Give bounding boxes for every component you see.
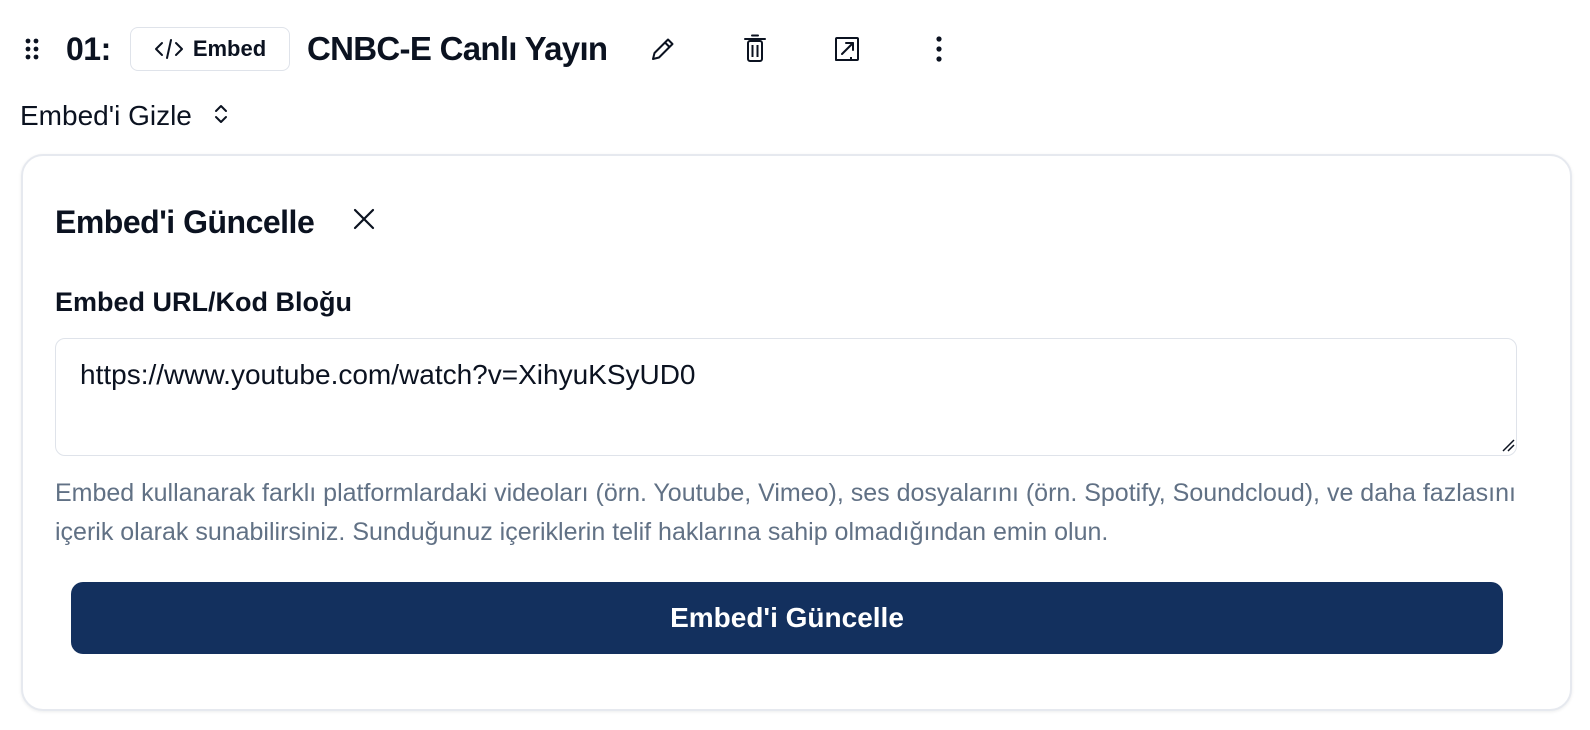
open-button[interactable] — [829, 31, 865, 67]
embed-url-field[interactable]: https://www.youtube.com/watch?v=XihyuKSy… — [55, 338, 1517, 456]
embed-visibility-toggle[interactable]: Embed'i Gizle — [20, 96, 230, 136]
more-button[interactable] — [921, 31, 957, 67]
edit-button[interactable] — [645, 31, 681, 67]
type-badge-label: Embed — [192, 36, 267, 61]
toggle-label: Embed'i Gizle — [20, 100, 192, 131]
pencil-icon — [652, 38, 674, 60]
embed-update-card: Embed'i Güncelle Embed URL/Kod Bloğu htt… — [21, 154, 1572, 711]
external-link-icon — [835, 37, 859, 61]
card-title: Embed'i Güncelle — [55, 204, 315, 240]
update-embed-button[interactable]: Embed'i Güncelle — [71, 582, 1503, 654]
close-icon — [353, 208, 375, 230]
close-button[interactable] — [347, 202, 381, 236]
item-index: 01: — [66, 31, 111, 67]
more-vertical-icon — [936, 36, 942, 62]
embed-item-header: 01: Embed CNBC-E Canlı Yayın — [0, 20, 1000, 78]
resize-handle-icon[interactable] — [1501, 438, 1515, 452]
delete-button[interactable] — [737, 31, 773, 67]
drag-handle-icon[interactable] — [24, 37, 40, 61]
trash-icon — [744, 34, 766, 62]
help-text: Embed kullanarak farklı platformlardaki … — [55, 479, 1516, 546]
chevron-up-down-icon — [212, 101, 230, 132]
item-title: CNBC-E Canlı Yayın — [307, 30, 608, 67]
embed-url-label: Embed URL/Kod Bloğu — [55, 287, 352, 317]
type-badge: Embed — [130, 27, 290, 71]
code-icon — [154, 38, 184, 60]
